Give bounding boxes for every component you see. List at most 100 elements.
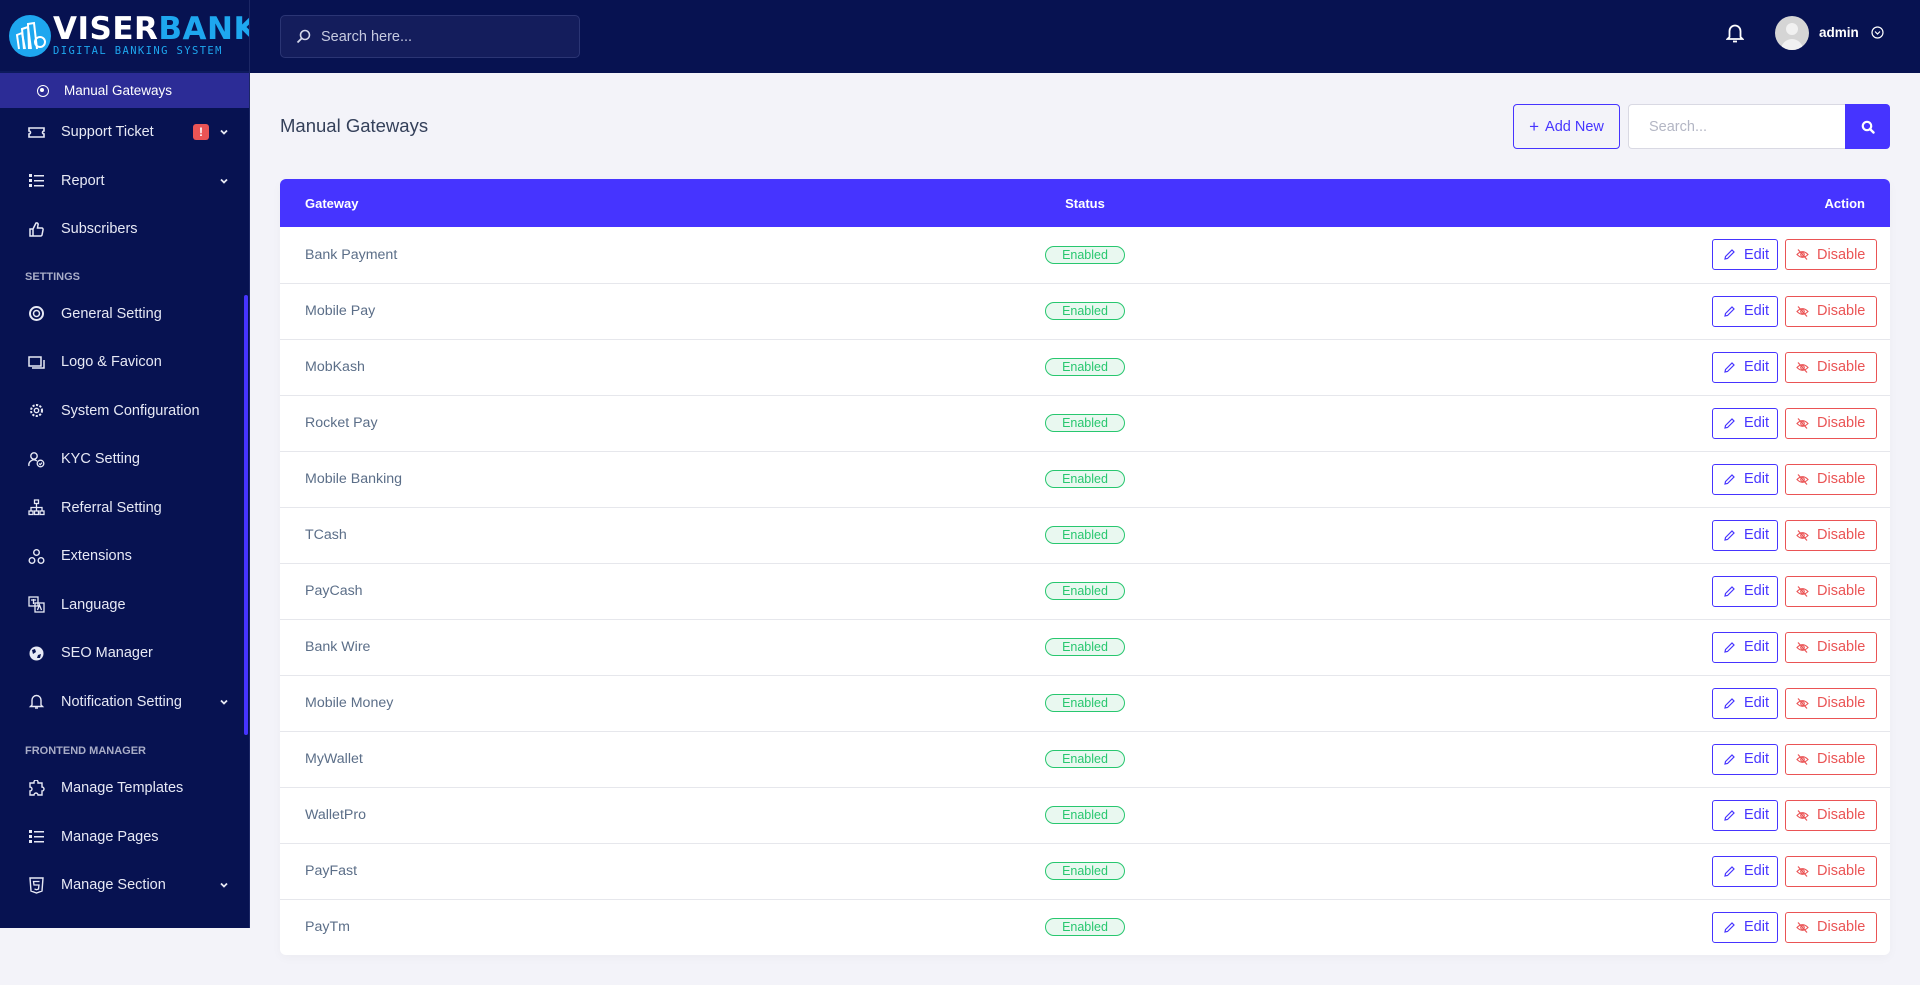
puzzle-icon — [28, 779, 45, 797]
edit-button[interactable]: Edit — [1712, 743, 1778, 775]
sidebar-item-notification-setting[interactable]: Notification Setting — [0, 678, 249, 727]
sidebar-item-referral-setting[interactable]: Referral Setting — [0, 484, 249, 533]
disable-button[interactable]: Disable — [1785, 463, 1877, 495]
sidebar-item-seo-manager[interactable]: SEO Manager — [0, 629, 249, 678]
sidebar-scrollbar[interactable] — [244, 295, 248, 735]
edit-button[interactable]: Edit — [1712, 295, 1778, 327]
gear-icon — [28, 402, 45, 419]
search-icon — [1861, 120, 1875, 134]
sidebar-item-manage-section[interactable]: Manage Section — [0, 861, 249, 910]
pencil-icon — [1724, 305, 1735, 317]
disable-button[interactable]: Disable — [1785, 855, 1877, 887]
column-header-status: Status — [1065, 195, 1105, 211]
search-icon — [296, 29, 311, 44]
eye-slash-icon — [1796, 753, 1809, 765]
disable-label: Disable — [1817, 919, 1866, 936]
status-badge: Enabled — [1045, 918, 1125, 937]
table-row: MyWallet Enabled Edit Disable — [280, 731, 1890, 787]
edit-button[interactable]: Edit — [1712, 687, 1778, 719]
disable-button[interactable]: Disable — [1785, 687, 1877, 719]
brand-logo[interactable]: VISERBANK DIGITAL BANKING SYSTEM — [0, 0, 249, 73]
disable-button[interactable]: Disable — [1785, 575, 1877, 607]
status-badge: Enabled — [1045, 806, 1125, 824]
edit-button[interactable]: Edit — [1712, 351, 1778, 383]
disable-label: Disable — [1817, 471, 1866, 487]
gateway-name: Mobile Banking — [305, 471, 403, 487]
disable-button[interactable]: Disable — [1785, 743, 1877, 775]
table-header-row: Gateway Status Action — [280, 179, 1890, 227]
sidebar-item-system-configuration[interactable]: System Configuration — [0, 387, 249, 436]
status-badge: Enabled — [1045, 694, 1125, 712]
table-search-input[interactable] — [1628, 104, 1845, 149]
edit-label: Edit — [1744, 527, 1769, 543]
sidebar-item-label: Extensions — [61, 548, 132, 565]
gateway-name: WalletPro — [305, 807, 366, 823]
user-avatar[interactable] — [1775, 16, 1809, 50]
eye-slash-icon — [1796, 585, 1809, 597]
sidebar-item-manage-pages[interactable]: Manage Pages — [0, 813, 249, 862]
pencil-icon — [1724, 921, 1735, 933]
pencil-icon — [1724, 417, 1735, 429]
bell-icon — [28, 693, 45, 710]
sidebar-item-general-setting[interactable]: General Setting — [0, 290, 249, 339]
sidebar-item-extensions[interactable]: Extensions — [0, 532, 249, 581]
ticket-icon — [28, 124, 45, 141]
disable-label: Disable — [1817, 695, 1866, 711]
edit-button[interactable]: Edit — [1712, 911, 1778, 943]
disable-button[interactable]: Disable — [1785, 295, 1877, 327]
disable-button[interactable]: Disable — [1785, 799, 1877, 831]
disable-button[interactable]: Disable — [1785, 351, 1877, 383]
edit-button[interactable]: Edit — [1712, 407, 1778, 439]
eye-slash-icon — [1796, 697, 1809, 709]
table-row: PayTm Enabled Edit Disable — [280, 899, 1890, 955]
notification-bell-icon[interactable] — [1726, 22, 1744, 44]
user-name[interactable]: admin — [1819, 25, 1859, 40]
sidebar-item-manual-gateways[interactable]: Manual Gateways — [0, 73, 249, 108]
sidebar-item-manage-templates[interactable]: Manage Templates — [0, 764, 249, 813]
disable-button[interactable]: Disable — [1785, 631, 1877, 663]
sidebar-item-logo-favicon[interactable]: Logo & Favicon — [0, 338, 249, 387]
edit-label: Edit — [1744, 695, 1769, 711]
gateway-name: TCash — [305, 527, 347, 543]
disable-button[interactable]: Disable — [1785, 519, 1877, 551]
table-row: Bank Wire Enabled Edit Disable — [280, 619, 1890, 675]
sidebar-item-label: Support Ticket — [61, 124, 154, 141]
table-search-button[interactable] — [1845, 104, 1890, 149]
dot-circle-icon — [37, 84, 49, 97]
disable-label: Disable — [1817, 527, 1866, 543]
table-row: PayFast Enabled Edit Disable — [280, 843, 1890, 899]
sidebar-item-support-ticket[interactable]: Support Ticket ! — [0, 108, 249, 157]
disable-button[interactable]: Disable — [1785, 911, 1877, 943]
disable-button[interactable]: Disable — [1785, 407, 1877, 439]
global-search-input[interactable] — [321, 28, 561, 45]
edit-button[interactable]: Edit — [1712, 519, 1778, 551]
disable-label: Disable — [1817, 583, 1866, 599]
add-new-button[interactable]: + Add New — [1513, 104, 1620, 149]
status-badge: Enabled — [1045, 470, 1125, 488]
sidebar-item-label: Referral Setting — [61, 499, 162, 516]
disable-label: Disable — [1817, 807, 1866, 823]
disable-button[interactable]: Disable — [1785, 239, 1877, 271]
table-row: Mobile Banking Enabled Edit Disable — [280, 451, 1890, 507]
chevron-circle-down-icon[interactable] — [1871, 26, 1884, 39]
table-row: PayCash Enabled Edit Disable — [280, 563, 1890, 619]
edit-button[interactable]: Edit — [1712, 631, 1778, 663]
eye-slash-icon — [1796, 809, 1809, 821]
disable-label: Disable — [1817, 246, 1866, 263]
sidebar-item-kyc-setting[interactable]: KYC Setting — [0, 435, 249, 484]
edit-button[interactable]: Edit — [1712, 239, 1778, 271]
edit-button[interactable]: Edit — [1712, 463, 1778, 495]
global-search[interactable] — [280, 15, 580, 58]
gateway-name: Mobile Pay — [305, 303, 376, 319]
edit-button[interactable]: Edit — [1712, 855, 1778, 887]
edit-button[interactable]: Edit — [1712, 799, 1778, 831]
pencil-icon — [1724, 809, 1735, 821]
gateway-name: Bank Wire — [305, 639, 371, 655]
edit-label: Edit — [1744, 639, 1769, 655]
chevron-down-icon — [220, 130, 228, 136]
sidebar-item-report[interactable]: Report — [0, 157, 249, 206]
pencil-icon — [1724, 361, 1735, 373]
sidebar-item-language[interactable]: Language — [0, 581, 249, 630]
sidebar-item-subscribers[interactable]: Subscribers — [0, 205, 249, 254]
edit-button[interactable]: Edit — [1712, 575, 1778, 607]
